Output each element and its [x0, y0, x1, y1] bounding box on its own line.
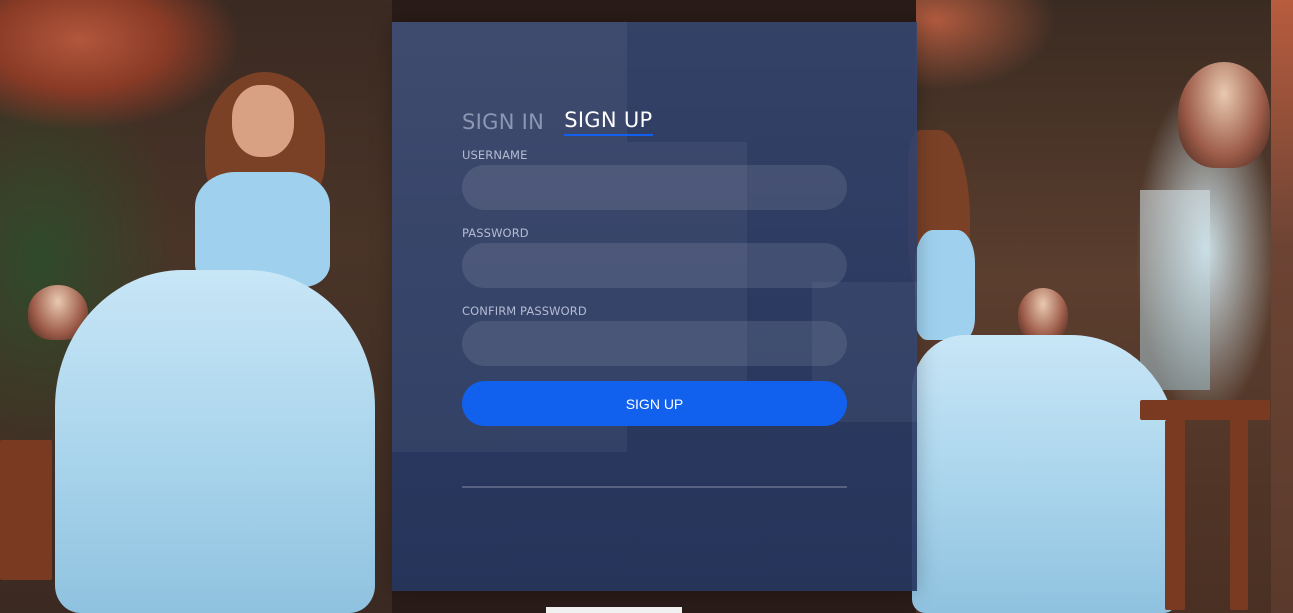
tab-sign-in[interactable]: SIGN IN: [462, 110, 544, 136]
divider: [462, 486, 847, 488]
figure-dress: [55, 270, 375, 613]
sign-up-button[interactable]: SIGN UP: [462, 381, 847, 426]
confirm-password-label: CONFIRM PASSWORD: [462, 304, 587, 318]
background-right-strip: [1271, 0, 1293, 613]
pendant-lamp: [1018, 288, 1068, 342]
wooden-table: [1165, 420, 1185, 610]
tab-sign-up[interactable]: SIGN UP: [564, 108, 653, 136]
figure-dress: [912, 335, 1177, 613]
figure-top: [915, 230, 975, 340]
password-label: PASSWORD: [462, 226, 529, 240]
bottom-edge-tab: [546, 607, 682, 613]
password-group: PASSWORD: [462, 226, 847, 288]
auth-tabs: SIGN IN SIGN UP: [462, 108, 653, 136]
pendant-lamp: [1178, 62, 1270, 168]
wooden-table: [1140, 400, 1270, 420]
wooden-table: [1230, 420, 1248, 610]
wooden-table: [0, 440, 52, 580]
password-input[interactable]: [462, 243, 847, 288]
confirm-password-input[interactable]: [462, 321, 847, 366]
username-input[interactable]: [462, 165, 847, 210]
username-label: USERNAME: [462, 148, 528, 162]
username-group: USERNAME: [462, 148, 847, 210]
signup-card: SIGN IN SIGN UP USERNAME PASSWORD CONFIR…: [392, 22, 917, 591]
window-light: [1140, 190, 1210, 390]
figure-face: [232, 85, 294, 157]
confirm-password-group: CONFIRM PASSWORD: [462, 304, 847, 366]
